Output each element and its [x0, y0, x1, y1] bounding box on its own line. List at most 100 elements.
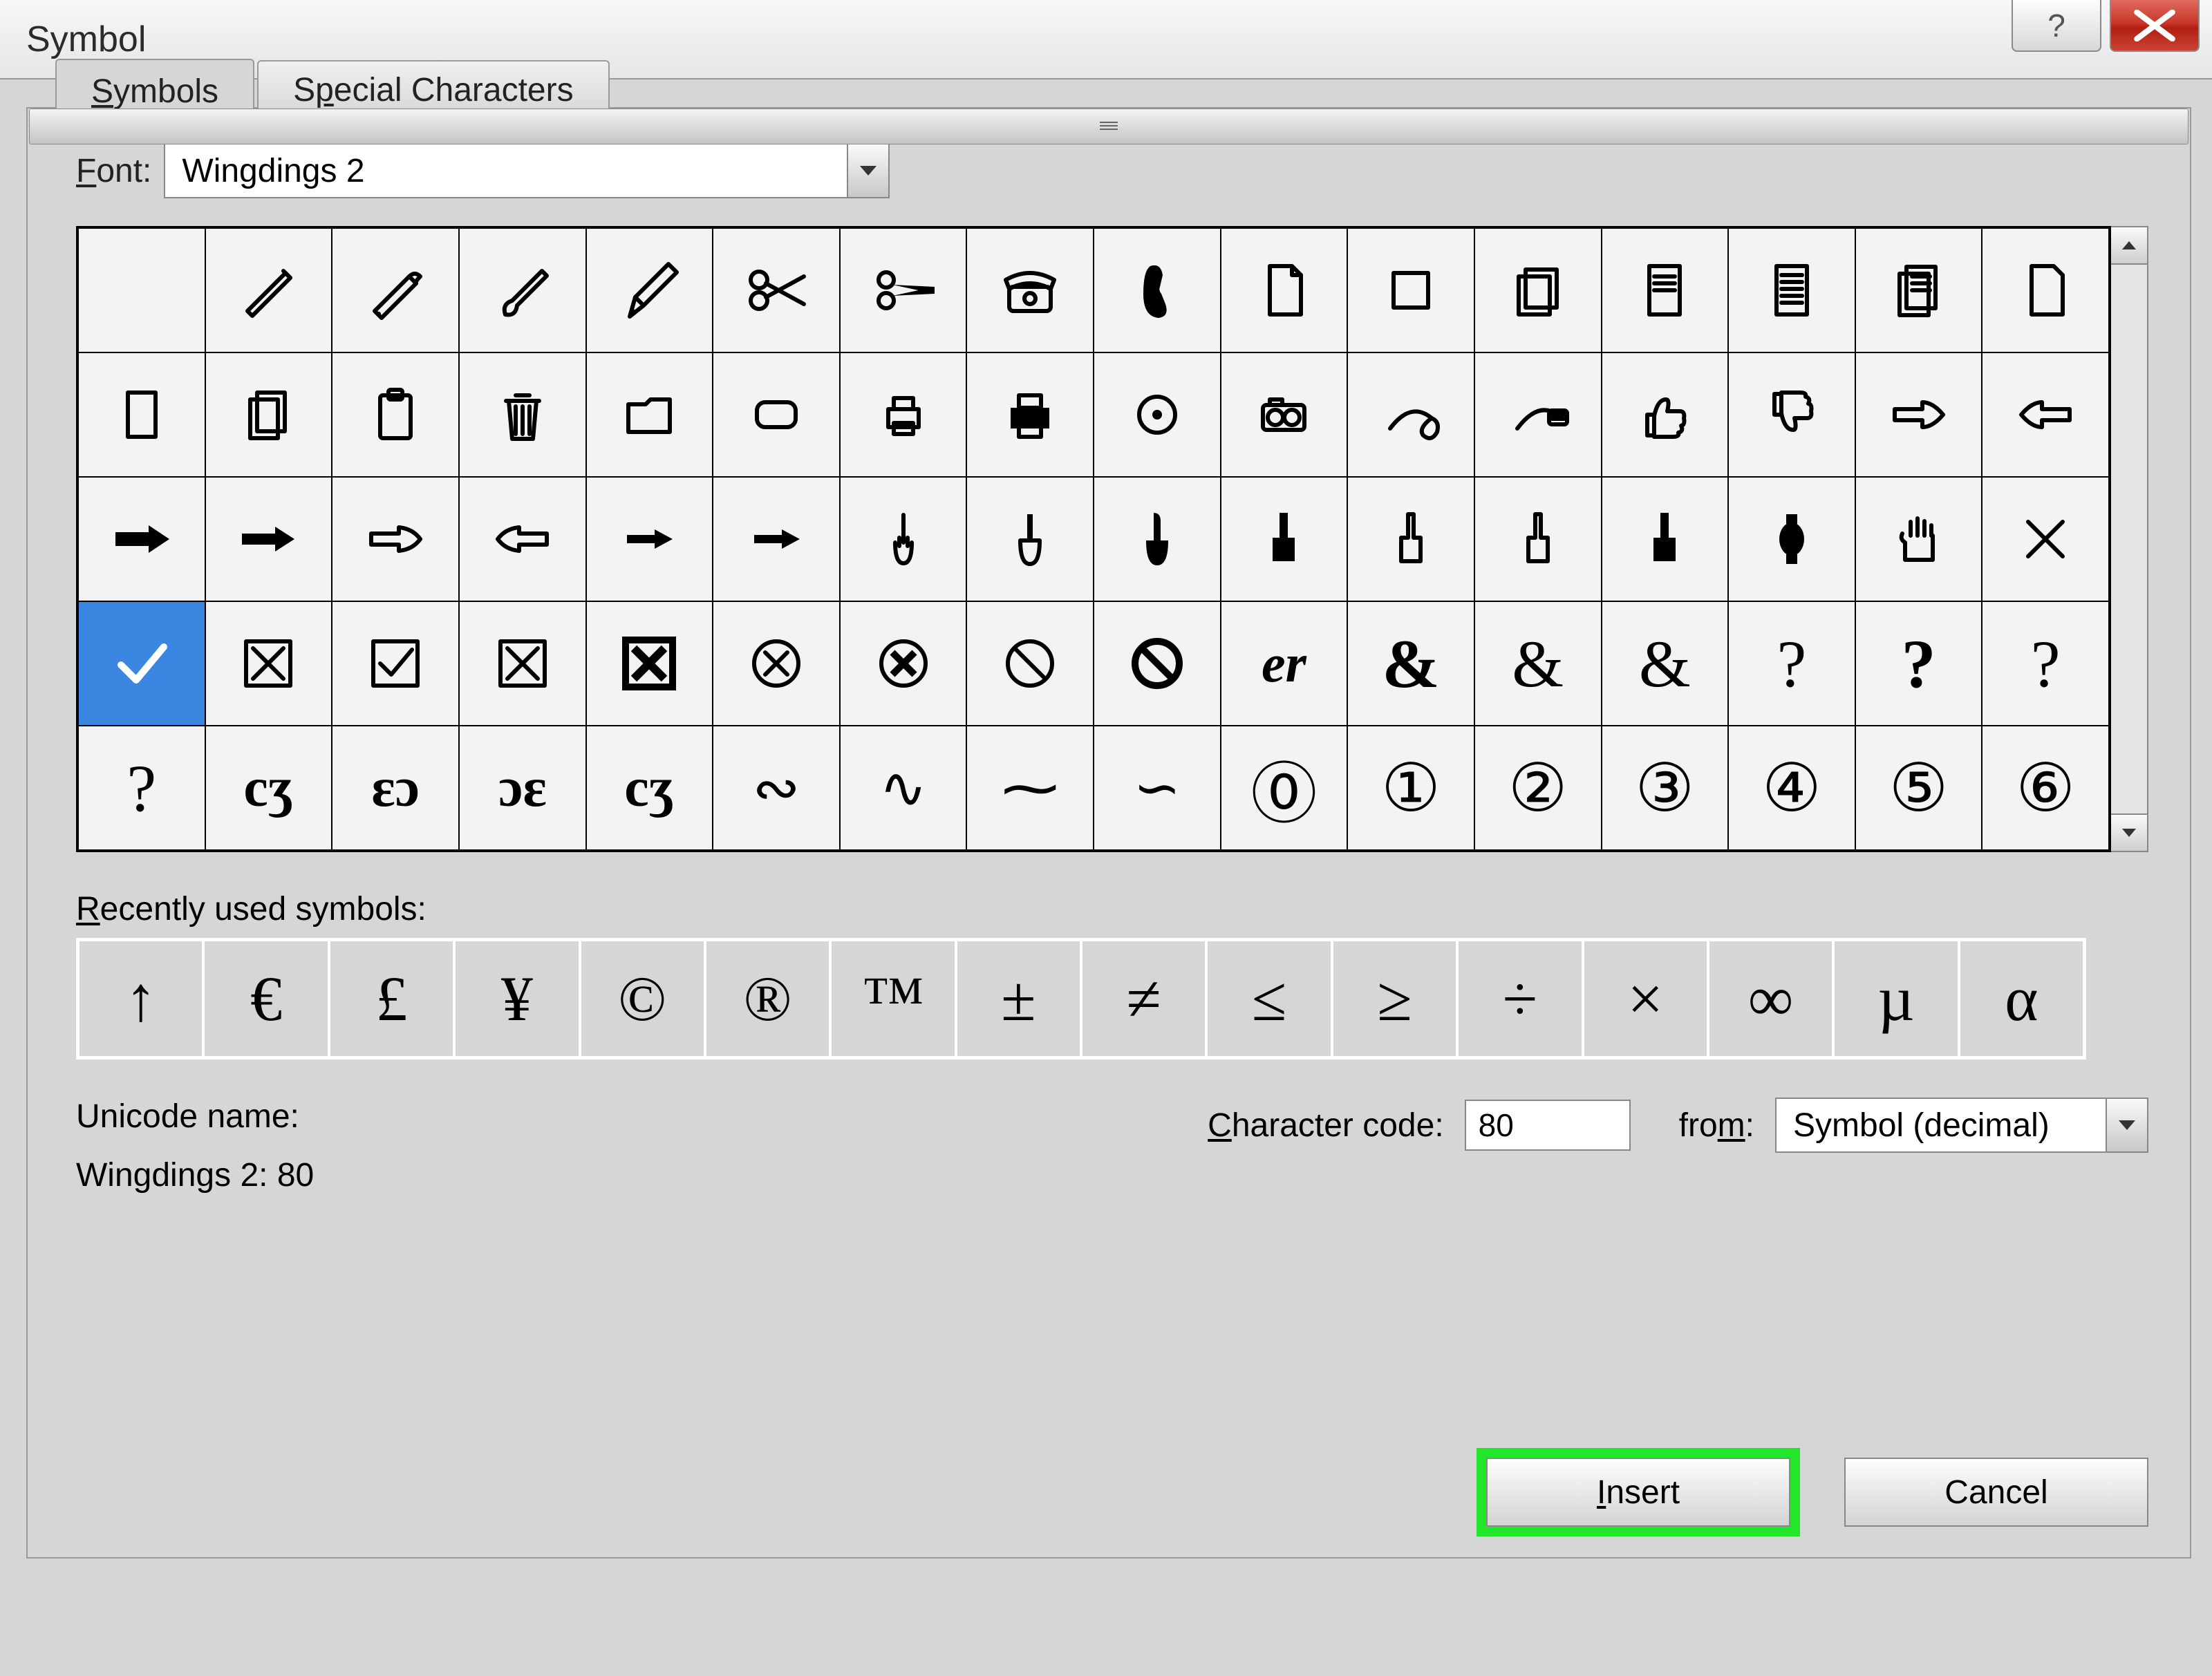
symbol-cell-point-left-outline[interactable] [1982, 352, 2109, 477]
symbol-cell-printer[interactable] [966, 352, 1094, 477]
symbol-cell-finger-up-outline[interactable] [1347, 477, 1474, 601]
symbol-cell-one[interactable]: ① [1347, 726, 1474, 850]
symbol-cell-three[interactable]: ③ [1602, 726, 1729, 850]
symbol-cell-pen[interactable] [205, 228, 332, 352]
symbol-cell-ampersand-italic[interactable]: & [1602, 601, 1729, 726]
symbol-cell-thumb-up[interactable] [1602, 352, 1729, 477]
symbol-cell-point-right-black2[interactable] [205, 477, 332, 601]
grid-scrollbar[interactable] [2111, 226, 2148, 852]
recent-symbol[interactable]: ™ [830, 940, 955, 1057]
symbol-cell-x-box2[interactable] [459, 601, 586, 726]
symbol-cell-flourish3[interactable]: ɔɛ [459, 726, 586, 850]
symbol-cell-six[interactable]: ⑥ [1982, 726, 2109, 850]
symbol-cell-docs[interactable] [1855, 228, 1983, 352]
symbol-cell-thumb-down[interactable] [1728, 352, 1855, 477]
scroll-track[interactable] [2111, 265, 2147, 813]
symbol-cell-flourish1[interactable]: cʒ [205, 726, 332, 850]
recent-symbol[interactable]: α [1959, 940, 2084, 1057]
recent-symbol[interactable]: ± [956, 940, 1081, 1057]
symbol-cell-point-right-small2[interactable] [713, 477, 840, 601]
symbol-cell-page2[interactable] [1982, 228, 2109, 352]
symbol-cell-check-box[interactable] [332, 601, 459, 726]
font-select[interactable]: Wingdings 2 [164, 143, 890, 198]
recent-symbol[interactable]: ® [705, 940, 830, 1057]
symbol-cell-flourish8[interactable]: ∽ [1094, 726, 1221, 850]
symbol-cell-pencil[interactable] [586, 228, 713, 352]
symbol-cell-finger-up-outline2[interactable] [1474, 477, 1602, 601]
insert-button[interactable]: Insert [1486, 1458, 1790, 1527]
symbol-cell-x-thin[interactable] [1982, 477, 2109, 601]
symbol-cell-folder[interactable] [586, 352, 713, 477]
symbol-cell-fountain-pen[interactable] [332, 228, 459, 352]
chevron-down-icon[interactable] [2106, 1099, 2147, 1151]
symbol-cell-x-circle2[interactable] [840, 601, 967, 726]
symbol-cell-printer-small[interactable] [840, 352, 967, 477]
symbol-cell-point-right-small[interactable] [586, 477, 713, 601]
symbol-cell-check[interactable] [78, 601, 205, 726]
symbol-cell-point-right-black[interactable] [78, 477, 205, 601]
symbol-cell-point-right-outline[interactable] [1855, 352, 1983, 477]
symbol-cell-question-bold[interactable]: ? [1855, 601, 1983, 726]
recent-symbol[interactable]: ≥ [1332, 940, 1457, 1057]
symbol-cell-handset[interactable] [1094, 228, 1221, 352]
scroll-thumb[interactable] [29, 109, 2188, 144]
symbol-cell-point-right-outline2[interactable] [332, 477, 459, 601]
recent-symbol[interactable]: µ [1833, 940, 1958, 1057]
symbol-cell-rounded-rect[interactable] [713, 352, 840, 477]
symbol-cell-hand[interactable] [1855, 477, 1983, 601]
symbol-cell-zero[interactable]: ⓪ [1221, 726, 1348, 850]
symbol-cell-question-serif[interactable]: ? [1982, 601, 2109, 726]
symbol-cell-finger-up-black2[interactable] [1602, 477, 1729, 601]
recent-symbol[interactable]: ∞ [1708, 940, 1833, 1057]
symbol-cell-five[interactable]: ⑤ [1855, 726, 1983, 850]
symbol-cell-doc[interactable] [1602, 228, 1729, 352]
scroll-down-button[interactable] [2111, 813, 2147, 851]
symbol-cell-no-entry[interactable] [966, 601, 1094, 726]
symbol-cell-telephone[interactable] [966, 228, 1094, 352]
symbol-cell-x-box[interactable] [205, 601, 332, 726]
recent-symbol[interactable]: © [580, 940, 705, 1057]
symbol-cell-er[interactable]: er [1221, 601, 1348, 726]
symbol-cell-watch[interactable] [1728, 477, 1855, 601]
symbol-cell-square[interactable] [1347, 228, 1474, 352]
symbol-cell-four[interactable]: ④ [1728, 726, 1855, 850]
symbol-cell-pages[interactable] [1474, 228, 1602, 352]
symbol-cell-page-blank[interactable] [78, 352, 205, 477]
recent-symbol[interactable]: € [203, 940, 328, 1057]
symbol-cell-ampersand-bold[interactable]: & [1347, 601, 1474, 726]
symbol-cell-brush[interactable] [459, 228, 586, 352]
from-select[interactable]: Symbol (decimal) [1775, 1098, 2148, 1153]
symbol-cell-finger-up-2[interactable] [966, 477, 1094, 601]
close-button[interactable] [2110, 0, 2200, 52]
recent-grid[interactable]: ↑€£¥©®™±≠≤≥÷×∞µα [76, 938, 2086, 1060]
symbol-cell-flourish2[interactable]: ɛɔ [332, 726, 459, 850]
symbol-cell-flourish6[interactable]: ∿ [840, 726, 967, 850]
symbol-cell-finger-up-3[interactable] [1094, 477, 1221, 601]
symbol-cell-x-circle[interactable] [713, 601, 840, 726]
symbol-cell-flourish7[interactable]: ⁓ [966, 726, 1094, 850]
recent-symbol[interactable]: ÷ [1457, 940, 1582, 1057]
symbol-cell-point-left-outline2[interactable] [459, 477, 586, 601]
recent-symbol[interactable]: ≠ [1081, 940, 1206, 1057]
chevron-down-icon[interactable] [847, 144, 888, 197]
symbol-cell-scissors-cut[interactable] [840, 228, 967, 352]
symbol-cell-no-entry2[interactable] [1094, 601, 1221, 726]
recent-symbol[interactable]: ↑ [78, 940, 203, 1057]
character-code-input[interactable]: 80 [1465, 1100, 1631, 1151]
symbol-cell-question-heavy[interactable]: ? [78, 726, 205, 850]
symbol-cell-flourish5[interactable]: ∾ [713, 726, 840, 850]
symbol-cell-keyboard[interactable] [1474, 352, 1602, 477]
symbol-cell-page[interactable] [1221, 228, 1348, 352]
scroll-up-button[interactable] [2111, 227, 2147, 265]
recent-symbol[interactable]: £ [329, 940, 454, 1057]
symbol-cell-target[interactable] [1094, 352, 1221, 477]
symbol-cell-mouse[interactable] [1347, 352, 1474, 477]
help-button[interactable]: ? [2012, 0, 2101, 52]
symbol-cell-ampersand-outline[interactable]: & [1474, 601, 1602, 726]
symbol-cell-flourish4[interactable]: cʒ [586, 726, 713, 850]
recent-symbol[interactable]: ≤ [1206, 940, 1331, 1057]
recent-symbol[interactable]: × [1583, 940, 1708, 1057]
symbol-cell-clipboard[interactable] [332, 352, 459, 477]
symbol-cell-scissors-open[interactable] [713, 228, 840, 352]
recent-symbol[interactable]: ¥ [454, 940, 579, 1057]
